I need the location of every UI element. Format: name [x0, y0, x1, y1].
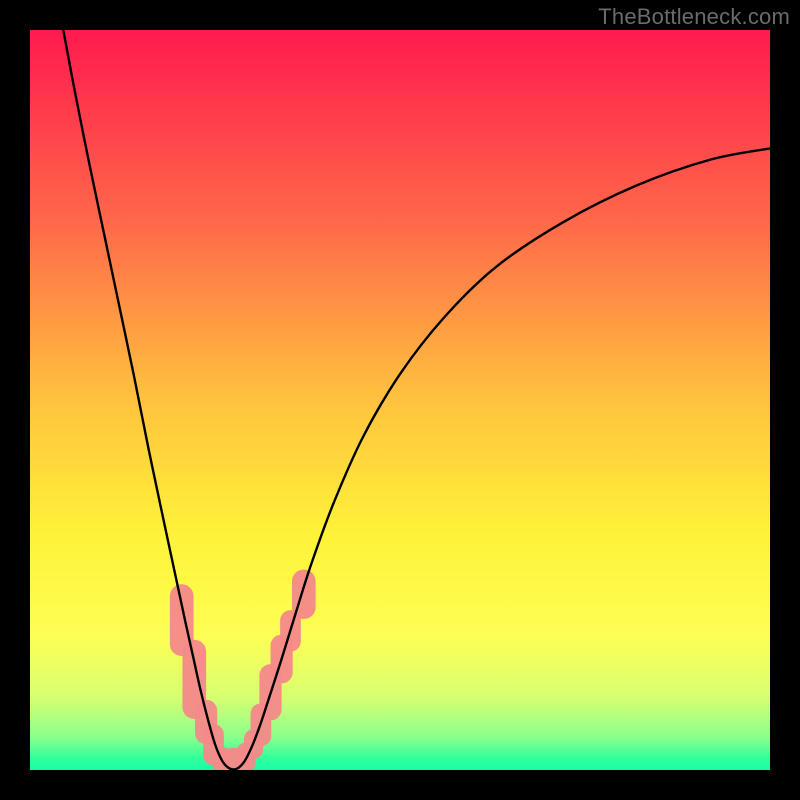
gradient-background [30, 30, 770, 770]
plot-svg [30, 30, 770, 770]
plot-area [30, 30, 770, 770]
watermark-text: TheBottleneck.com [598, 4, 790, 30]
chart-stage: TheBottleneck.com [0, 0, 800, 800]
